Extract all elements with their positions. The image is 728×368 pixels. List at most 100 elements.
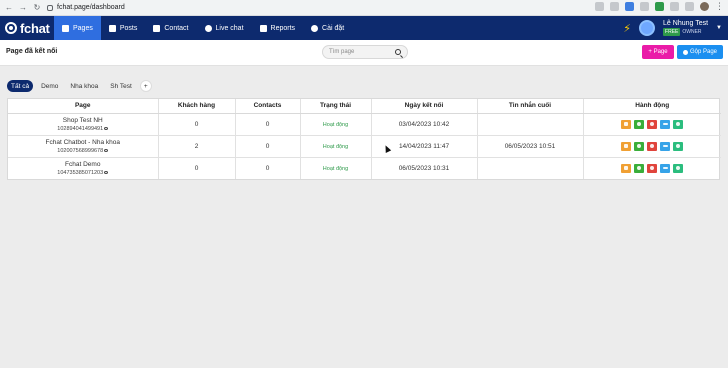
chevron-down-icon[interactable]: ▼ bbox=[716, 25, 722, 31]
back-icon[interactable]: ← bbox=[5, 3, 13, 12]
settings-icon[interactable] bbox=[673, 163, 684, 173]
forward-icon[interactable]: → bbox=[19, 3, 27, 12]
power-icon[interactable] bbox=[647, 163, 658, 173]
bookmark-star-icon[interactable] bbox=[610, 2, 619, 11]
page-title: Page đã kết nối bbox=[6, 48, 58, 55]
logo[interactable]: fchat bbox=[0, 21, 54, 36]
reload-icon[interactable]: ↻ bbox=[33, 3, 41, 12]
menu-label: Posts bbox=[119, 24, 138, 32]
refresh-icon[interactable] bbox=[634, 163, 645, 173]
table-header-row: Page Khách hàng Contacts Trạng thái Ngày… bbox=[8, 99, 721, 114]
row-actions bbox=[584, 163, 722, 173]
settings-icon[interactable] bbox=[673, 141, 684, 151]
column-header[interactable]: Contacts bbox=[235, 99, 301, 114]
page-name[interactable]: Fchat Demo bbox=[8, 161, 158, 169]
settings-icon bbox=[311, 24, 319, 32]
menu-item-contact[interactable]: Contact bbox=[145, 16, 196, 40]
pages-table: Page Khách hàng Contacts Trạng thái Ngày… bbox=[7, 98, 722, 180]
column-header[interactable]: Trạng thái bbox=[300, 99, 372, 114]
eye-icon[interactable] bbox=[104, 171, 109, 175]
page-toolbar: Page đã kết nối Tìm page bbox=[0, 40, 728, 66]
merge-page-button[interactable]: Gộp Page bbox=[677, 45, 723, 59]
extension-green-icon[interactable] bbox=[655, 2, 664, 11]
lightning-icon[interactable]: ⚡ bbox=[623, 22, 631, 35]
status-cell: Hoạt động bbox=[300, 157, 372, 179]
main-menu: Pages Posts Contact Live chat Reports Cà… bbox=[54, 16, 352, 40]
menu-item-live-chat[interactable]: Live chat bbox=[197, 16, 252, 40]
page-name[interactable]: Fchat Chatbot - Nha khoa bbox=[8, 139, 158, 147]
column-header[interactable]: Khách hàng bbox=[158, 99, 236, 114]
menu-icon[interactable] bbox=[660, 119, 671, 129]
menu-label: Reports bbox=[270, 24, 296, 32]
browser-extensions: ⋮ bbox=[595, 2, 724, 11]
status-badge: Hoạt động bbox=[322, 165, 349, 172]
refresh-icon[interactable] bbox=[634, 119, 645, 129]
column-header[interactable]: Tin nhắn cuối bbox=[477, 99, 584, 114]
table-row: Shop Test NH 102894041499491 0 0 Hoạt độ… bbox=[8, 113, 722, 136]
page-cell: Fchat Chatbot - Nha khoa 102007568999678 bbox=[8, 135, 159, 158]
menu-item-pages[interactable]: Pages bbox=[54, 16, 101, 40]
contact-icon bbox=[153, 24, 161, 32]
row-actions bbox=[584, 141, 722, 151]
share-icon[interactable] bbox=[595, 2, 604, 11]
eye-icon[interactable] bbox=[104, 127, 109, 130]
page-id: 102894041499491 bbox=[57, 125, 109, 132]
user-menu[interactable]: Lê Nhung Test FREE OWNER bbox=[663, 20, 708, 36]
more-menu-icon[interactable]: ⋮ bbox=[715, 2, 724, 11]
page-cell: Fchat Demo 104735385071203 bbox=[8, 157, 159, 179]
row-actions bbox=[584, 119, 722, 129]
actions-cell bbox=[583, 113, 722, 136]
tab-demo[interactable]: Demo bbox=[37, 80, 62, 92]
extension-icon[interactable] bbox=[625, 2, 634, 11]
refresh-icon[interactable] bbox=[634, 141, 645, 151]
menu-label: Contact bbox=[164, 24, 189, 32]
menu-item-settings[interactable]: Cài đặt bbox=[303, 16, 352, 40]
status-cell: Hoạt động bbox=[300, 135, 372, 158]
profile-avatar-icon[interactable] bbox=[700, 2, 709, 11]
search-input[interactable]: Tìm page bbox=[322, 45, 408, 59]
page-id-text: 102894041499491 bbox=[57, 125, 104, 132]
menu-label: Cài đặt bbox=[322, 24, 345, 32]
tab-sh-test[interactable]: Sh Test bbox=[106, 80, 136, 92]
column-header[interactable]: Page bbox=[8, 99, 159, 114]
menu-icon[interactable] bbox=[660, 141, 671, 151]
puzzle-icon[interactable] bbox=[670, 2, 679, 11]
contacts-cell: 0 bbox=[235, 135, 301, 158]
menu-icon[interactable] bbox=[660, 163, 671, 173]
page-id: 104735385071203 bbox=[57, 169, 109, 176]
add-page-button[interactable]: + Page bbox=[642, 45, 674, 59]
fchat-logo-icon bbox=[5, 22, 17, 34]
role-label: OWNER bbox=[682, 29, 702, 35]
tab-nha-khoa[interactable]: Nha khoa bbox=[66, 80, 102, 92]
page-id-text: 104735385071203 bbox=[57, 169, 104, 176]
power-icon[interactable] bbox=[647, 119, 658, 129]
customers-cell: 0 bbox=[158, 157, 236, 179]
sidebar-icon[interactable] bbox=[685, 2, 694, 11]
edit-icon[interactable] bbox=[621, 119, 632, 129]
merge-label: Gộp Page bbox=[689, 49, 718, 55]
menu-item-reports[interactable]: Reports bbox=[252, 16, 304, 40]
column-header[interactable]: Ngày kết nối bbox=[371, 99, 478, 114]
live-chat-icon bbox=[204, 24, 212, 32]
edit-icon[interactable] bbox=[621, 163, 632, 173]
address-bar[interactable]: fchat.page/dashboard bbox=[47, 4, 125, 11]
avatar[interactable] bbox=[639, 20, 656, 36]
customers-cell: 2 bbox=[158, 135, 236, 158]
menu-item-posts[interactable]: Posts bbox=[101, 16, 146, 40]
power-icon[interactable] bbox=[647, 141, 658, 151]
table-row: Fchat Chatbot - Nha khoa 102007568999678… bbox=[8, 135, 722, 158]
settings-icon[interactable] bbox=[673, 119, 684, 129]
eye-icon[interactable] bbox=[104, 149, 109, 152]
actions-cell bbox=[583, 135, 722, 158]
camera-icon[interactable] bbox=[640, 2, 649, 11]
search-icon[interactable] bbox=[395, 49, 401, 55]
page-name[interactable]: Shop Test NH bbox=[8, 117, 158, 125]
table-row: Fchat Demo 104735385071203 0 0 Hoạt động… bbox=[8, 157, 721, 179]
actions-cell bbox=[583, 157, 721, 179]
add-tab-button[interactable]: + bbox=[139, 80, 152, 92]
posts-icon bbox=[108, 24, 116, 32]
tab-all[interactable]: Tất cả bbox=[7, 80, 34, 92]
edit-icon[interactable] bbox=[621, 141, 632, 151]
status-cell: Hoạt động bbox=[300, 113, 372, 136]
status-badge: Hoạt động bbox=[322, 121, 349, 128]
